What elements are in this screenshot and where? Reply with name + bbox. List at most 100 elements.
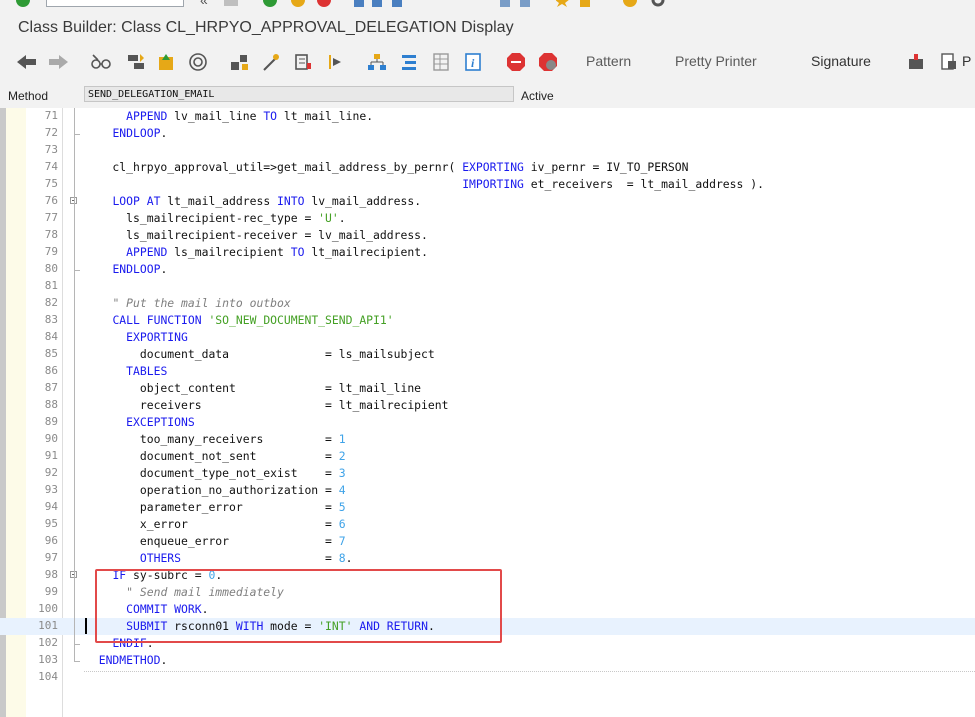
insert-icon[interactable] (905, 51, 927, 73)
line-number: 98 (44, 568, 58, 581)
code-line[interactable]: 94 parameter_error = 5 (0, 499, 975, 516)
pattern-button[interactable]: Pattern (586, 53, 631, 69)
code-text: EXPORTING (126, 330, 188, 344)
code-line[interactable]: 88 receivers = lt_mailrecipient (0, 397, 975, 414)
code-text: APPEND lv_mail_line TO lt_mail_line. (126, 109, 374, 123)
hierarchy-icon[interactable] (228, 51, 250, 73)
line-number: 76 (44, 194, 58, 207)
info-icon[interactable]: i (462, 51, 484, 73)
code-line[interactable]: 72 ENDLOOP. (0, 125, 975, 142)
line-number: 75 (44, 177, 58, 190)
table-icon[interactable] (430, 51, 452, 73)
line-number: 93 (44, 483, 58, 496)
code-text: ENDLOOP. (112, 126, 168, 140)
indent-icon[interactable] (398, 51, 420, 73)
code-line[interactable]: 81 (0, 278, 975, 295)
line-number: 73 (44, 143, 58, 156)
code-line[interactable]: 89 EXCEPTIONS (0, 414, 975, 431)
code-line[interactable]: 92 document_type_not_exist = 3 (0, 465, 975, 482)
code-line[interactable]: 76 LOOP AT lt_mail_address INTO lv_mail_… (0, 193, 975, 210)
code-line[interactable]: 95 x_error = 6 (0, 516, 975, 533)
code-line[interactable]: 103 ENDMETHOD. (0, 652, 975, 669)
code-text: ENDMETHOD. (98, 653, 168, 667)
code-text: " Put the mail into outbox (112, 296, 291, 310)
where-used-icon[interactable] (187, 51, 209, 73)
back-icon[interactable] (16, 51, 38, 73)
find-icon[interactable] (500, 0, 540, 7)
end-of-code-separator (84, 671, 975, 672)
double-chevron-icon[interactable]: « (200, 0, 208, 8)
code-text: operation_no_authorization = 4 (85, 483, 346, 497)
back-green-icon[interactable] (262, 0, 278, 7)
line-number: 84 (44, 330, 58, 343)
activate-icon[interactable] (155, 51, 177, 73)
code-text: document_type_not_exist = 3 (85, 466, 346, 480)
code-text: OTHERS = 8. (139, 551, 353, 565)
code-line[interactable]: 90 too_many_receivers = 1 (0, 431, 975, 448)
code-line[interactable]: 82 " Put the mail into outbox (0, 295, 975, 312)
line-number: 82 (44, 296, 58, 309)
command-field[interactable] (46, 0, 184, 7)
watchpoint-icon[interactable] (537, 51, 559, 73)
code-line[interactable]: 83 CALL FUNCTION 'SO_NEW_DOCUMENT_SEND_A… (0, 312, 975, 329)
code-text: ls_mailrecipient-receiver = lv_mail_addr… (85, 228, 428, 242)
display-object-list-icon[interactable] (292, 51, 314, 73)
line-number: 89 (44, 415, 58, 428)
save-icon[interactable] (222, 0, 240, 7)
document-icon[interactable] (938, 51, 960, 73)
code-line[interactable]: 73 (0, 142, 975, 159)
method-name-field[interactable]: SEND_DELEGATION_EMAIL (84, 86, 514, 102)
code-line[interactable]: 79 APPEND ls_mailrecipient TO lt_mailrec… (0, 244, 975, 261)
pretty-printer-button[interactable]: Pretty Printer (675, 53, 757, 69)
print-icon[interactable] (354, 0, 414, 7)
code-line[interactable]: 77 ls_mailrecipient-rec_type = 'U'. (0, 210, 975, 227)
code-text: EXCEPTIONS (126, 415, 195, 429)
standard-toolbar: « (0, 0, 975, 8)
code-line[interactable]: 93 operation_no_authorization = 4 (0, 482, 975, 499)
line-number: 100 (38, 602, 58, 615)
exit-icon[interactable] (290, 0, 306, 7)
line-number: 78 (44, 228, 58, 241)
breakpoint-arrow-icon[interactable] (324, 51, 346, 73)
code-text: cl_hrpyo_approval_util=>get_mail_address… (85, 160, 689, 174)
settings-gear-icon[interactable] (650, 0, 666, 7)
toggle-icon[interactable] (125, 51, 147, 73)
line-number: 96 (44, 534, 58, 547)
line-number: 80 (44, 262, 58, 275)
fold-guide (74, 108, 75, 661)
glasses-icon[interactable] (90, 51, 112, 73)
code-line[interactable]: 97 OTHERS = 8. (0, 550, 975, 567)
enter-icon[interactable] (14, 0, 32, 7)
code-line[interactable]: 96 enqueue_error = 7 (0, 533, 975, 550)
tree-icon[interactable] (366, 51, 388, 73)
wand-icon[interactable] (260, 51, 282, 73)
bookmark-icon[interactable] (555, 0, 596, 7)
code-line[interactable]: 71 APPEND lv_mail_line TO lt_mail_line. (0, 108, 975, 125)
cancel-icon[interactable] (316, 0, 332, 7)
code-text: document_data = ls_mailsubject (85, 347, 435, 361)
line-number: 92 (44, 466, 58, 479)
forward-icon[interactable] (48, 51, 70, 73)
line-number: 72 (44, 126, 58, 139)
code-text: x_error = 6 (85, 517, 346, 531)
code-line[interactable]: 86 TABLES (0, 363, 975, 380)
code-line[interactable]: 74 cl_hrpyo_approval_util=>get_mail_addr… (0, 159, 975, 176)
code-line[interactable]: 87 object_content = lt_mail_line (0, 380, 975, 397)
code-line[interactable]: 84 EXPORTING (0, 329, 975, 346)
code-line[interactable]: 75 IMPORTING et_receivers = lt_mail_addr… (0, 176, 975, 193)
line-number: 103 (38, 653, 58, 666)
line-number: 99 (44, 585, 58, 598)
stop-icon[interactable] (505, 51, 527, 73)
code-line[interactable]: 91 document_not_sent = 2 (0, 448, 975, 465)
code-line[interactable]: 80 ENDLOOP. (0, 261, 975, 278)
code-line[interactable]: 85 document_data = ls_mailsubject (0, 346, 975, 363)
help-icon[interactable] (622, 0, 638, 7)
code-text: receivers = lt_mailrecipient (85, 398, 449, 412)
signature-button[interactable]: Signature (811, 53, 871, 69)
code-line[interactable]: 78 ls_mailrecipient-receiver = lv_mail_a… (0, 227, 975, 244)
line-number: 86 (44, 364, 58, 377)
line-number: 77 (44, 211, 58, 224)
line-number: 71 (44, 109, 58, 122)
line-number: 101 (38, 619, 58, 632)
line-number: 79 (44, 245, 58, 258)
